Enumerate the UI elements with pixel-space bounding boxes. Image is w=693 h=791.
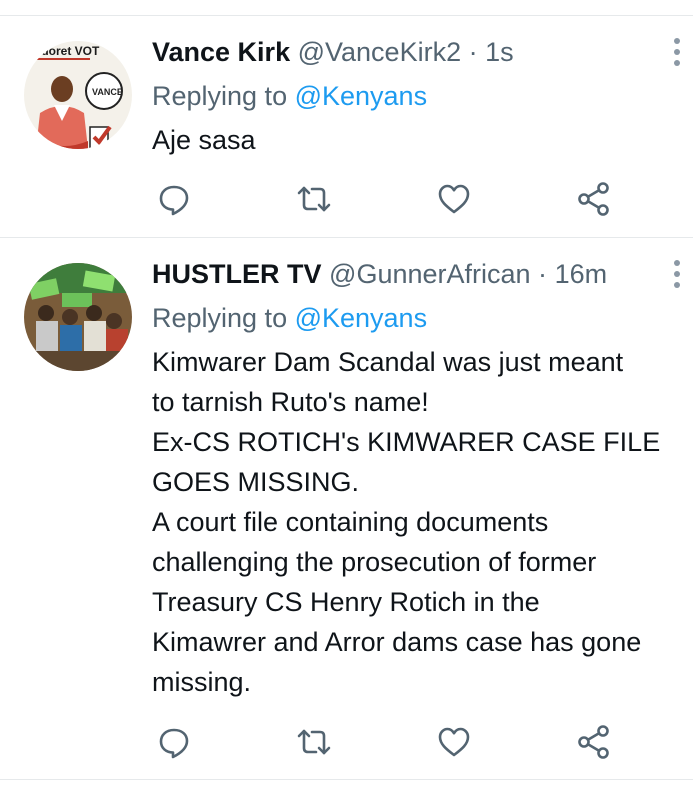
tweet-text-line: GOES MISSING. xyxy=(152,467,360,497)
tweet-text: Aje sasa xyxy=(152,120,692,160)
replying-to-label: Replying to xyxy=(152,303,295,333)
replying-to-line: Replying to @Kenyans xyxy=(152,78,427,114)
retweet-icon[interactable] xyxy=(294,722,334,762)
tweet-header: Vance Kirk @VanceKirk2 · 1s xyxy=(152,34,514,70)
tweet-text-line: Kimawrer and Arror dams case has gone xyxy=(152,627,642,657)
more-options-icon[interactable] xyxy=(670,38,684,68)
tweet-actions xyxy=(152,179,632,219)
like-icon[interactable] xyxy=(434,179,474,219)
separator-dot: · xyxy=(468,37,478,67)
tweet-header: HUSTLER TV @GunnerAfrican · 16m xyxy=(152,256,607,292)
display-name[interactable]: HUSTLER TV xyxy=(152,259,322,289)
tweet[interactable]: Eldoret VOT VANCE Vance Kirk @VanceKirk2… xyxy=(0,16,693,237)
separator-dot: · xyxy=(538,259,548,289)
mention-link[interactable]: @Kenyans xyxy=(295,81,427,111)
display-name[interactable]: Vance Kirk xyxy=(152,37,290,67)
tweet-text-line: to tarnish Ruto's name! xyxy=(152,387,429,417)
svg-text:VANCE: VANCE xyxy=(92,87,123,97)
mention-link[interactable]: @Kenyans xyxy=(295,303,427,333)
avatar-caption-text: Eldoret VOT xyxy=(30,44,100,58)
avatar[interactable] xyxy=(24,263,132,371)
tweet-text-line: Aje sasa xyxy=(152,125,256,155)
tweet-text-line: Kimwarer Dam Scandal was just meant xyxy=(152,347,624,377)
replying-to-line: Replying to @Kenyans xyxy=(152,300,427,336)
timestamp[interactable]: 1s xyxy=(485,37,514,67)
tweet-text-line: challenging the prosecution of former xyxy=(152,547,597,577)
retweet-icon[interactable] xyxy=(294,179,334,219)
tweet-text: Kimwarer Dam Scandal was just meant to t… xyxy=(152,342,692,702)
tweet-text-line: A court file containing documents xyxy=(152,507,549,537)
tweet[interactable]: HUSTLER TV @GunnerAfrican · 16m Replying… xyxy=(0,238,693,778)
share-icon[interactable] xyxy=(574,179,614,219)
tweet-divider xyxy=(0,779,693,780)
reply-icon[interactable] xyxy=(154,179,194,219)
timestamp[interactable]: 16m xyxy=(555,259,608,289)
tweet-text-line: Ex-CS ROTICH's KIMWARER CASE FILE xyxy=(152,427,661,457)
replying-to-label: Replying to xyxy=(152,81,295,111)
user-handle[interactable]: @VanceKirk2 xyxy=(298,37,461,67)
like-icon[interactable] xyxy=(434,722,474,762)
user-handle[interactable]: @GunnerAfrican xyxy=(329,259,531,289)
share-icon[interactable] xyxy=(574,722,614,762)
tweet-text-line: Treasury CS Henry Rotich in the xyxy=(152,587,540,617)
tweet-actions xyxy=(152,722,632,762)
reply-icon[interactable] xyxy=(154,722,194,762)
tweet-text-line: missing. xyxy=(152,667,252,697)
avatar[interactable]: Eldoret VOT VANCE xyxy=(24,41,132,149)
more-options-icon[interactable] xyxy=(670,260,684,290)
